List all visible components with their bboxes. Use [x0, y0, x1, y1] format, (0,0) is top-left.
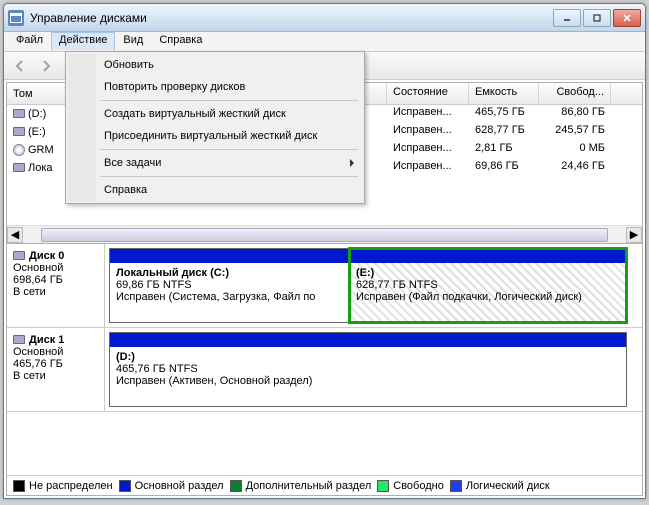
disk-label[interactable]: Диск 0Основной698,64 ГБВ сети — [7, 244, 105, 327]
scroll-thumb[interactable] — [41, 228, 608, 242]
maximize-button[interactable] — [583, 9, 611, 27]
menubar: Файл Действие Вид Справка Обновить Повто… — [4, 32, 645, 52]
dd-rescan[interactable]: Повторить проверку дисков — [96, 76, 362, 98]
swatch-freespace — [377, 480, 389, 492]
col-capacity[interactable]: Емкость — [469, 83, 539, 104]
dd-separator — [100, 100, 358, 101]
menu-help[interactable]: Справка — [151, 32, 210, 51]
drive-icon — [13, 250, 25, 262]
menu-action[interactable]: Действие — [51, 32, 115, 51]
legend-unallocated: Не распределен — [13, 480, 113, 492]
swatch-primary — [119, 480, 131, 492]
menu-view[interactable]: Вид — [115, 32, 151, 51]
dd-separator — [100, 176, 358, 177]
disk-row: Диск 1Основной465,76 ГБВ сети(D:)465,76 … — [7, 328, 642, 412]
dd-refresh[interactable]: Обновить — [96, 54, 362, 76]
forward-button[interactable] — [36, 56, 56, 76]
back-button[interactable] — [10, 56, 30, 76]
dd-all-tasks[interactable]: Все задачи — [96, 152, 362, 174]
disk-row: Диск 0Основной698,64 ГБВ сетиЛокальный д… — [7, 244, 642, 328]
disk-layout-pane: Диск 0Основной698,64 ГБВ сетиЛокальный д… — [7, 243, 642, 475]
dd-attach-vhd[interactable]: Присоединить виртуальный жесткий диск — [96, 125, 362, 147]
drive-icon — [13, 334, 25, 346]
col-free[interactable]: Свобод... — [539, 83, 611, 104]
dd-all-tasks-label: Все задачи — [104, 157, 161, 169]
window-title: Управление дисками — [30, 11, 551, 25]
col-state[interactable]: Состояние — [387, 83, 469, 104]
swatch-logical — [450, 480, 462, 492]
legend-freespace: Свободно — [377, 480, 444, 492]
partition[interactable]: (D:)465,76 ГБ NTFSИсправен (Активен, Осн… — [109, 332, 627, 407]
drive-icon — [13, 108, 25, 120]
scroll-left-icon[interactable]: ◀ — [7, 227, 23, 243]
legend-extended: Дополнительный раздел — [230, 480, 372, 492]
drive-icon — [13, 162, 25, 174]
dd-create-vhd[interactable]: Создать виртуальный жесткий диск — [96, 103, 362, 125]
swatch-extended — [230, 480, 242, 492]
horizontal-scrollbar[interactable]: ◀ ▶ — [7, 225, 642, 243]
submenu-arrow-icon — [350, 159, 354, 167]
disc-icon — [13, 144, 25, 156]
dd-help[interactable]: Справка — [96, 179, 362, 201]
menu-file[interactable]: Файл — [8, 32, 51, 51]
action-dropdown: Обновить Повторить проверку дисков Созда… — [65, 51, 365, 204]
disk-label[interactable]: Диск 1Основной465,76 ГБВ сети — [7, 328, 105, 411]
partition[interactable]: Локальный диск (C:)69,86 ГБ NTFSИсправен… — [109, 248, 349, 323]
disk-management-window: Управление дисками Файл Действие Вид Спр… — [3, 3, 646, 499]
drive-icon — [13, 126, 25, 138]
legend-logical: Логический диск — [450, 480, 550, 492]
partition-header — [350, 249, 626, 263]
partition-header — [110, 333, 626, 347]
minimize-button[interactable] — [553, 9, 581, 27]
swatch-unallocated — [13, 480, 25, 492]
disk-partitions: (D:)465,76 ГБ NTFSИсправен (Активен, Осн… — [105, 328, 642, 411]
close-button[interactable] — [613, 9, 641, 27]
legend-primary: Основной раздел — [119, 480, 224, 492]
partition-header — [110, 249, 348, 263]
col-volume[interactable]: Том — [7, 83, 67, 104]
app-icon — [8, 10, 24, 26]
scroll-right-icon[interactable]: ▶ — [626, 227, 642, 243]
legend: Не распределен Основной раздел Дополните… — [7, 475, 642, 495]
partition[interactable]: (E:)628,77 ГБ NTFSИсправен (Файл подкачк… — [349, 248, 627, 323]
disk-partitions: Локальный диск (C:)69,86 ГБ NTFSИсправен… — [105, 244, 642, 327]
dd-separator — [100, 149, 358, 150]
titlebar[interactable]: Управление дисками — [4, 4, 645, 32]
